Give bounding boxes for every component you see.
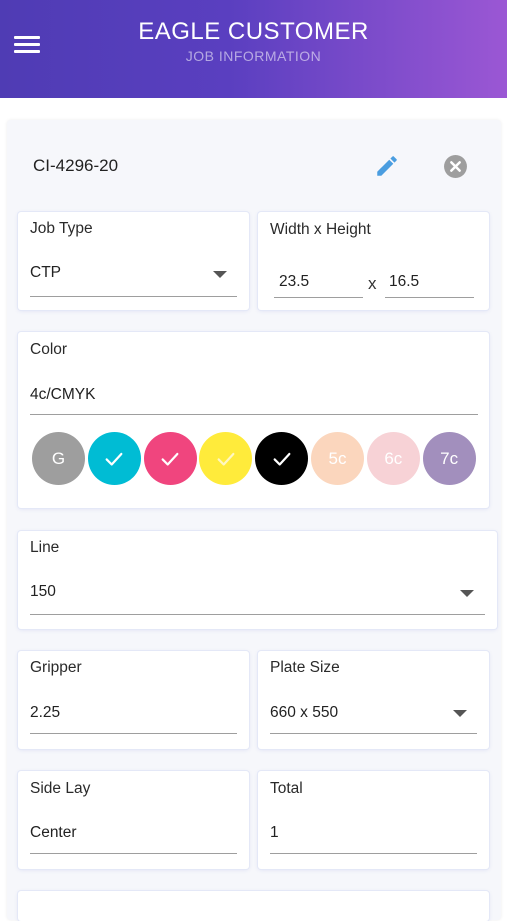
color-swatch[interactable]: 6c <box>366 432 420 485</box>
color-input[interactable]: 4c/CMYK <box>30 386 95 404</box>
job-type-underline <box>30 296 237 297</box>
total-underline <box>270 853 477 854</box>
color-card <box>18 332 489 508</box>
app-title: EAGLE CUSTOMER <box>138 18 369 45</box>
gripper-input[interactable]: 2.25 <box>30 704 60 722</box>
chevron-down-icon[interactable] <box>453 710 467 717</box>
color-swatch-label: 5c <box>328 448 347 468</box>
color-swatch-label: 6c <box>384 448 403 468</box>
color-swatch[interactable] <box>255 432 309 485</box>
color-swatch[interactable]: 5c <box>311 432 364 485</box>
gripper-underline <box>30 733 237 734</box>
color-swatch[interactable] <box>143 432 197 485</box>
app-header: EAGLE CUSTOMER JOB INFORMATION <box>0 0 507 98</box>
chevron-down-icon[interactable] <box>213 271 227 278</box>
total-label: Total <box>270 780 303 797</box>
job-type-select[interactable]: CTP <box>30 264 61 282</box>
gripper-label: Gripper <box>30 659 82 676</box>
job-id: CI-4296-20 <box>33 156 119 175</box>
total-input[interactable]: 1 <box>270 824 279 842</box>
line-select[interactable]: 150 <box>30 583 56 601</box>
size-label: Width x Height <box>270 221 371 238</box>
side-lay-input[interactable]: Center <box>30 824 77 842</box>
job-type-label: Job Type <box>30 220 93 237</box>
checkmark-icon <box>217 452 235 466</box>
color-swatch[interactable] <box>87 432 141 485</box>
color-swatch[interactable]: G <box>32 432 85 485</box>
line-underline <box>30 614 485 615</box>
plate-size-label: Plate Size <box>270 659 340 676</box>
color-label: Color <box>30 341 68 358</box>
height-underline <box>385 297 474 298</box>
side-lay-underline <box>30 853 237 854</box>
size-separator: x <box>368 274 377 293</box>
color-swatch-label: G <box>51 448 66 468</box>
plate-size-underline <box>270 733 477 734</box>
height-input[interactable]: 16.5 <box>389 273 419 291</box>
plate-size-select[interactable]: 660 x 550 <box>270 704 338 722</box>
color-swatch[interactable]: 7c <box>422 432 476 485</box>
line-label: Line <box>30 539 60 556</box>
edit-icon[interactable] <box>374 153 400 179</box>
color-swatch-label: 7c <box>440 448 459 468</box>
checkmark-icon <box>273 452 291 466</box>
checkmark-icon <box>161 452 179 466</box>
side-lay-label: Side Lay <box>30 780 91 797</box>
color-underline <box>30 414 478 415</box>
checkmark-icon <box>105 452 123 466</box>
next-card <box>18 891 489 921</box>
width-input[interactable]: 23.5 <box>279 273 309 291</box>
close-icon[interactable] <box>443 154 468 179</box>
chevron-down-icon[interactable] <box>460 590 474 597</box>
width-underline <box>274 297 363 298</box>
page-subtitle: JOB INFORMATION <box>185 48 322 64</box>
